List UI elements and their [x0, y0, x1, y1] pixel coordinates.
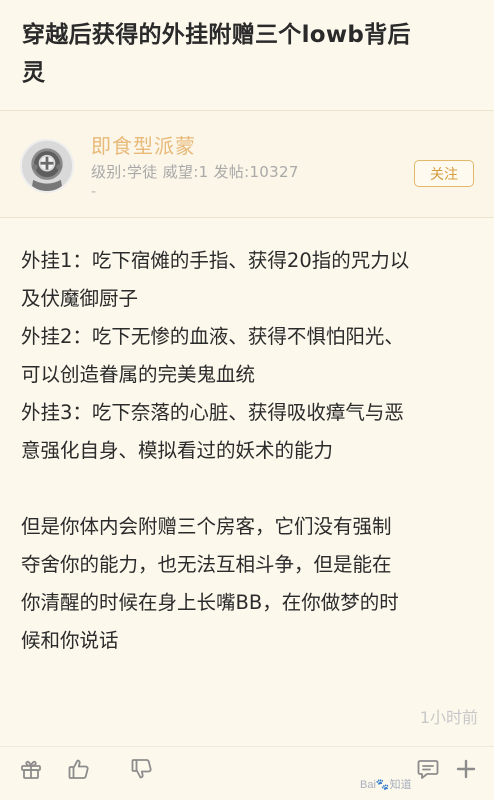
- body-line: 可以创造眷属的完美鬼血统: [21, 363, 256, 386]
- comment-icon: [417, 760, 439, 779]
- dislike-button[interactable]: [128, 755, 156, 783]
- post-page: 穿越后获得的外挂附赠三个lowb背后 灵 即食型派蒙 级别:学徒 威望:1 发帖…: [0, 0, 494, 800]
- author-divider: [0, 217, 494, 218]
- gift-icon: [21, 760, 41, 779]
- body-line: 但是你体内会附赠三个房客，它们没有强制: [21, 515, 392, 538]
- like-button[interactable]: [65, 755, 93, 783]
- comment-button[interactable]: [414, 755, 442, 783]
- body-line: 外挂3：吃下奈落的心脏、获得吸收瘴气与恶: [21, 401, 404, 424]
- thumbs-down-icon: [131, 759, 152, 779]
- body-line: 外挂2：吃下无惨的血液、获得不惧怕阳光、: [21, 325, 404, 348]
- more-button[interactable]: [452, 755, 480, 783]
- avatar[interactable]: [20, 139, 74, 193]
- body-line: 夺舍你的能力，也无法互相斗争，但是能在: [21, 553, 392, 576]
- body-line: 及伏魔御厨子: [21, 287, 139, 310]
- diving-helmet-icon: [22, 141, 72, 191]
- author-meta-extra: -: [91, 184, 97, 200]
- post-title: 穿越后获得的外挂附赠三个lowb背后 灵: [22, 16, 474, 92]
- author-meta: 级别:学徒 威望:1 发帖:10327: [91, 163, 299, 181]
- follow-button[interactable]: 关注: [414, 160, 474, 187]
- plus-icon: [456, 759, 476, 779]
- author-card: 即食型派蒙 级别:学徒 威望:1 发帖:10327 - 关注: [0, 111, 494, 217]
- post-toolbar: [0, 747, 494, 800]
- body-line: 你清醒的时候在身上长嘴BB，在你做梦的时: [21, 591, 399, 614]
- body-line: 候和你说话: [21, 629, 119, 652]
- post-title-line-1: 穿越后获得的外挂附赠三个lowb背后: [22, 22, 411, 48]
- author-name[interactable]: 即食型派蒙: [91, 130, 196, 159]
- body-line: 意强化自身、模拟看过的妖术的能力: [21, 439, 334, 462]
- body-line: 外挂1：吃下宿傩的手指、获得20指的咒力以: [21, 249, 410, 272]
- baidu-watermark: Bai🐾知道: [360, 779, 412, 791]
- thumbs-up-icon: [68, 759, 89, 779]
- post-timestamp: 1小时前: [419, 708, 478, 727]
- post-title-line-2: 灵: [22, 60, 46, 86]
- post-body: 外挂1：吃下宿傩的手指、获得20指的咒力以 及伏魔御厨子 外挂2：吃下无惨的血液…: [21, 242, 477, 660]
- gift-button[interactable]: [17, 755, 45, 783]
